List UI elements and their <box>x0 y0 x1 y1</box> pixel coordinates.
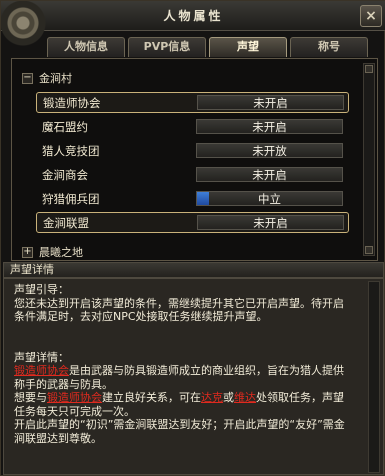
reputation-status: 未开启 <box>252 120 287 134</box>
title-bar[interactable]: 人物属性 × <box>1 1 385 59</box>
details-scrollbar[interactable] <box>368 281 380 473</box>
npc-link-dake[interactable]: 达克 <box>201 391 223 404</box>
group-header-dawn[interactable]: + 晨曦之地 <box>22 245 83 259</box>
faction-name: 狩猎佣兵团 <box>42 191 100 206</box>
faction-name: 金涧商会 <box>42 167 88 182</box>
reputation-status: 未开启 <box>252 168 287 182</box>
window-title: 人物属性 <box>163 9 224 23</box>
text-fragment: 想要与 <box>14 391 47 404</box>
reputation-bar: 中立 <box>196 191 343 206</box>
group-label: 金涧村 <box>39 72 72 85</box>
tab-character-info[interactable]: 人物信息 <box>47 37 125 57</box>
group-label: 晨曦之地 <box>39 246 83 259</box>
tab-pvp-info[interactable]: PVP信息 <box>128 37 206 57</box>
detail-title: 声望详情： <box>14 350 69 364</box>
npc-link-weida[interactable]: 维达 <box>234 391 256 404</box>
faction-row-magic-stone[interactable]: 魔石盟约 未开启 <box>36 116 349 137</box>
faction-row-hunter-arena[interactable]: 猎人竞技团 未开放 <box>36 140 349 161</box>
reputation-bar: 未开启 <box>196 167 343 182</box>
reputation-bar: 未开启 <box>196 119 343 134</box>
list-scrollbar[interactable] <box>363 63 375 256</box>
faction-row-mercenary[interactable]: 狩猎佣兵团 中立 <box>36 188 349 209</box>
unlock-conditions: 开启此声望的“初识”需金涧联盟达到友好；开启此声望的“友好”需金涧联盟达到尊敬。 <box>14 418 345 445</box>
faction-row-alliance[interactable]: 金涧联盟 未开启 <box>36 212 349 233</box>
faction-row-commerce[interactable]: 金涧商会 未开启 <box>36 164 349 185</box>
quest-hint: 想要与锻造师协会建立良好关系，可在达克或维达处领取任务，声望任务每天只可完成一次… <box>14 391 353 418</box>
group-header-jinjian[interactable]: − 金涧村 <box>22 71 72 85</box>
faction-name: 魔石盟约 <box>42 119 88 134</box>
reputation-list: − 金涧村 锻造师协会 未开启 魔石盟约 未开启 猎人竞技团 未开放 金涧商会 … <box>11 58 378 261</box>
reputation-bar: 未开放 <box>196 143 343 158</box>
details-panel: 声望引导： 您还未达到开启该声望的条件，需继续提升其它已开启声望。待开启条件满足… <box>3 278 384 475</box>
faction-link[interactable]: 锻造师协会 <box>14 364 69 377</box>
tab-reputation[interactable]: 声望 <box>209 37 287 57</box>
reputation-status: 未开放 <box>252 144 287 158</box>
guide-title: 声望引导： <box>14 283 69 296</box>
details-header: 声望详情 <box>3 262 384 278</box>
reputation-bar: 未开启 <box>197 215 344 230</box>
tab-bar: 人物信息 PVP信息 声望 称号 <box>47 37 371 57</box>
character-attributes-window: 人物属性 × 人物信息 PVP信息 声望 称号 − 金涧村 锻造师协会 未开启 … <box>0 0 385 476</box>
detail-desc: 锻造师协会是由武器与防具锻造师成立的商业组织，旨在为猎人提供称手的武器与防具。 <box>14 364 353 391</box>
close-button[interactable]: × <box>360 5 382 27</box>
scroll-up-icon[interactable] <box>365 65 373 73</box>
reputation-bar: 未开启 <box>197 95 344 110</box>
reputation-status: 未开启 <box>253 216 288 230</box>
guide-text: 您还未达到开启该声望的条件，需继续提升其它已开启声望。待开启条件满足时，去对应N… <box>14 296 344 324</box>
tab-titles[interactable]: 称号 <box>290 37 368 57</box>
faction-name: 猎人竞技团 <box>42 143 100 158</box>
text-fragment: 建立良好关系，可在 <box>102 391 201 404</box>
reputation-status: 未开启 <box>253 96 288 110</box>
faction-name: 锻造师协会 <box>43 95 101 110</box>
faction-link[interactable]: 锻造师协会 <box>47 391 102 404</box>
reputation-status: 中立 <box>258 192 281 206</box>
scroll-down-icon[interactable] <box>365 246 373 254</box>
collapse-icon[interactable]: − <box>22 72 33 84</box>
faction-row-blacksmith[interactable]: 锻造师协会 未开启 <box>36 92 349 113</box>
faction-name: 金涧联盟 <box>43 215 89 230</box>
text-fragment: 或 <box>223 391 234 404</box>
expand-icon[interactable]: + <box>22 246 33 258</box>
